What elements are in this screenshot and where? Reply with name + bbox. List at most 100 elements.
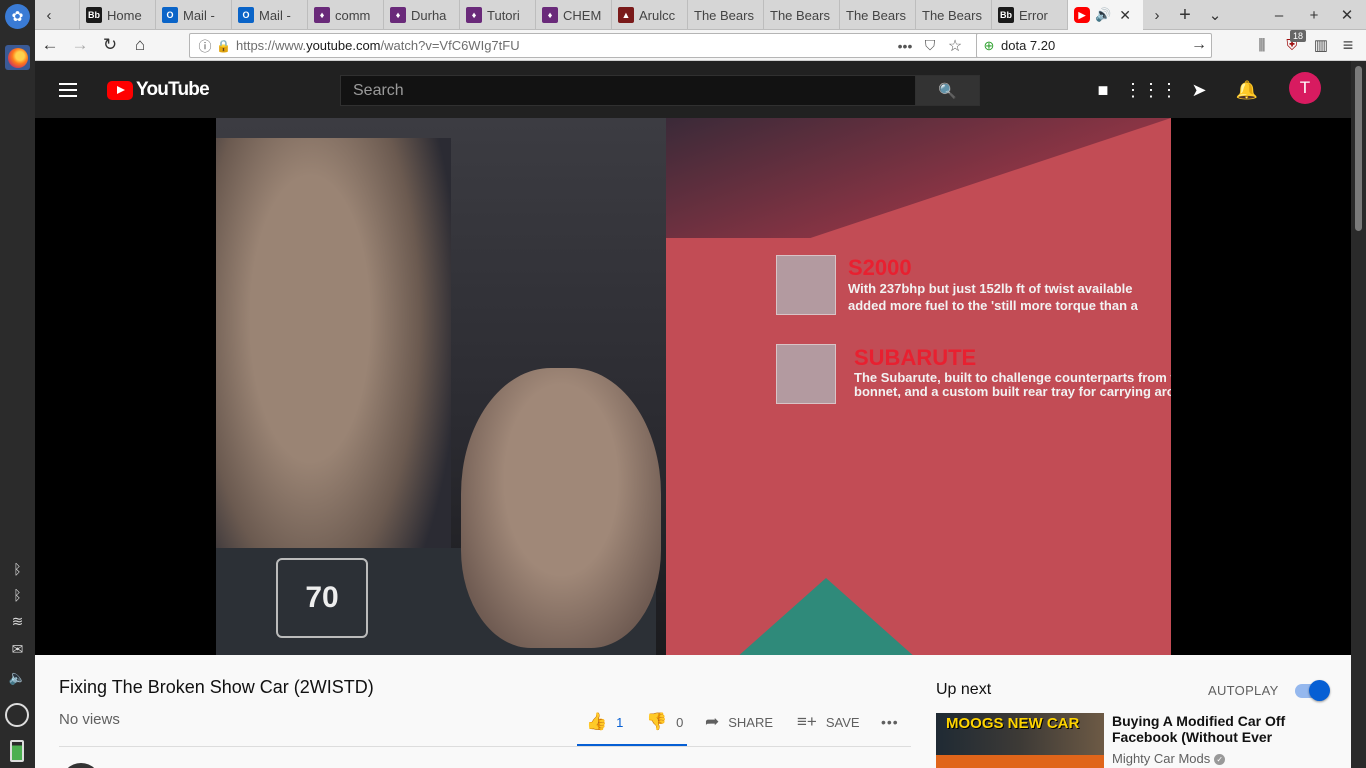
new-tab-icon[interactable]: + <box>1171 0 1199 30</box>
tab-6[interactable]: ♦ Tutori <box>459 0 535 30</box>
tab-favicon-icon: O <box>238 7 254 23</box>
playlist-add-icon: ≡+ <box>797 712 817 731</box>
close-tab-icon[interactable]: ✕ <box>1119 7 1131 24</box>
share-button[interactable]: ➦ SHARE <box>705 711 773 733</box>
verified-icon: ✓ <box>1214 754 1226 766</box>
tab-label: CHEM <box>563 7 602 23</box>
video-title: Fixing The Broken Show Car (2WISTD) <box>59 677 374 697</box>
tab-12[interactable]: The Bears <box>915 0 991 30</box>
home-icon[interactable]: ⌂ <box>128 33 152 57</box>
menu-icon[interactable]: ≡ <box>1336 33 1360 57</box>
next-video-thumbnail[interactable]: MOOGS NEW CAR <box>936 713 1104 768</box>
tab-10[interactable]: The Bears <box>763 0 839 30</box>
up-next-heading: Up next <box>936 681 992 698</box>
list-tabs-icon[interactable]: ⌄ <box>1201 0 1229 30</box>
dislike-button[interactable]: 👎 0 <box>646 711 683 733</box>
subarute-thumbnail <box>776 344 836 404</box>
youtube-search-button[interactable]: 🔍 <box>915 75 980 106</box>
minimize-icon[interactable]: – <box>1265 0 1293 30</box>
firefox-icon[interactable] <box>5 45 30 70</box>
messages-icon[interactable]: ➤ <box>1187 78 1211 102</box>
back-icon[interactable]: ← <box>38 33 62 57</box>
search-bar-value[interactable]: dota 7.20 <box>1001 38 1055 53</box>
pocket-icon[interactable]: ⛉ <box>920 34 940 57</box>
tab-1[interactable]: Bb Home <box>79 0 155 30</box>
maximize-icon[interactable]: + <box>1300 0 1328 30</box>
apps-grid-icon[interactable]: ⋮⋮⋮ <box>1124 78 1178 102</box>
youtube-favicon-icon: ▶ <box>1074 7 1090 23</box>
channel-name: Mighty Car Mods <box>1112 751 1211 766</box>
bluetooth-icon[interactable]: ᛒ <box>5 582 30 607</box>
hamburger-menu-icon[interactable] <box>59 78 83 102</box>
search-engine-icon[interactable]: ⊕ <box>977 38 1001 54</box>
next-video-channel[interactable]: Mighty Car Mods ✓ <box>1112 751 1226 766</box>
video-frame[interactable]: 70 S2000 With 237bhp but just 152lb ft o… <box>216 118 1171 655</box>
video-hand <box>461 368 661 648</box>
page-scrollbar[interactable] <box>1351 61 1366 768</box>
save-button[interactable]: ≡+ SAVE <box>797 711 860 733</box>
create-video-icon[interactable]: ■ <box>1091 78 1115 102</box>
sidebar-icon[interactable]: ▥ <box>1309 33 1333 57</box>
autoplay-toggle[interactable] <box>1295 680 1330 701</box>
scroll-tabs-left-icon[interactable]: ‹ <box>35 0 63 30</box>
window-close-icon[interactable]: ✕ <box>1333 0 1361 30</box>
search-icon: 🔍 <box>938 82 957 100</box>
more-actions-button[interactable]: ••• <box>881 711 899 733</box>
tab-label: comm <box>335 7 371 23</box>
tab-label: The Bears <box>922 7 982 23</box>
tab-label: The Bears <box>694 7 754 23</box>
reload-icon[interactable]: ↻ <box>98 33 122 57</box>
tab-13[interactable]: Bb Error <box>991 0 1067 30</box>
wifi-icon[interactable]: ≋ <box>5 609 30 634</box>
thumbnail-text: MOOGS NEW CAR <box>946 715 1080 732</box>
mail-icon[interactable]: ✉ <box>5 637 30 662</box>
clock-icon[interactable] <box>5 703 29 727</box>
tab-5[interactable]: ♦ Durha <box>383 0 459 30</box>
page-actions-icon[interactable]: ••• <box>896 34 914 57</box>
tab-4[interactable]: ♦ comm <box>307 0 383 30</box>
audio-playing-icon[interactable]: 🔊 <box>1095 7 1111 23</box>
tab-7[interactable]: ♦ CHEM <box>535 0 611 30</box>
volume-icon[interactable]: 🔈 <box>5 665 30 690</box>
youtube-logo[interactable]: YouTube <box>107 79 210 101</box>
tab-9[interactable]: The Bears <box>687 0 763 30</box>
url-bar[interactable]: ⓘ 🔒 https://www.youtube.com/watch?v=VfC6… <box>189 33 1005 58</box>
card1-title: S2000 <box>848 255 912 280</box>
next-video-title[interactable]: Buying A Modified Car Off Facebook (With… <box>1112 713 1292 745</box>
bookmark-star-icon[interactable]: ☆ <box>945 34 965 57</box>
notifications-bell-icon[interactable]: 🔔 <box>1235 78 1259 102</box>
launcher-icon[interactable]: ✿ <box>5 4 30 29</box>
search-bar[interactable]: ⊕ dota 7.20 → <box>976 33 1212 58</box>
tab-youtube-active[interactable]: ▶ 🔊 ✕ <box>1067 0 1143 30</box>
os-dock: ✿ ᛒ ᛒ ≋ ✉ 🔈 <box>0 0 35 768</box>
tab-label: The Bears <box>846 7 906 23</box>
go-arrow-icon[interactable]: → <box>1191 36 1207 54</box>
battery-icon[interactable] <box>10 740 24 762</box>
shirt-logo: 70 <box>276 558 368 638</box>
avatar[interactable]: T <box>1289 72 1321 104</box>
library-icon[interactable]: ⫼ <box>1250 33 1274 57</box>
youtube-play-icon <box>107 80 133 100</box>
lock-icon[interactable]: 🔒 <box>216 39 232 53</box>
video-player[interactable]: 70 S2000 With 237bhp but just 152lb ft o… <box>35 118 1351 655</box>
youtube-search-input[interactable]: Search <box>340 75 916 106</box>
tab-label: Mail - <box>183 7 215 23</box>
tab-2[interactable]: O Mail - <box>155 0 231 30</box>
scrollbar-thumb[interactable] <box>1355 66 1362 231</box>
url-text[interactable]: https://www.youtube.com/watch?v=VfC6WIg7… <box>236 38 520 53</box>
nav-bar: ← → ↻ ⌂ ⓘ 🔒 https://www.youtube.com/watc… <box>35 30 1366 61</box>
bluetooth-icon[interactable]: ᛒ <box>5 556 30 581</box>
scroll-tabs-right-icon[interactable]: › <box>1143 0 1171 30</box>
tab-11[interactable]: The Bears <box>839 0 915 30</box>
divider <box>59 746 911 747</box>
tab-3[interactable]: O Mail - <box>231 0 307 30</box>
info-icon[interactable]: ⓘ <box>194 36 216 55</box>
tab-8[interactable]: ▲ Arulcc <box>611 0 687 30</box>
forward-icon[interactable]: → <box>68 33 92 57</box>
channel-avatar[interactable] <box>61 763 101 768</box>
view-count: No views <box>59 711 120 728</box>
s2000-thumbnail <box>776 255 836 315</box>
card1-line2: added more fuel to the 'still more torqu… <box>848 298 1138 313</box>
like-button[interactable]: 👍 1 <box>586 711 623 733</box>
watch-info: Fixing The Broken Show Car (2WISTD) No v… <box>35 655 1351 768</box>
